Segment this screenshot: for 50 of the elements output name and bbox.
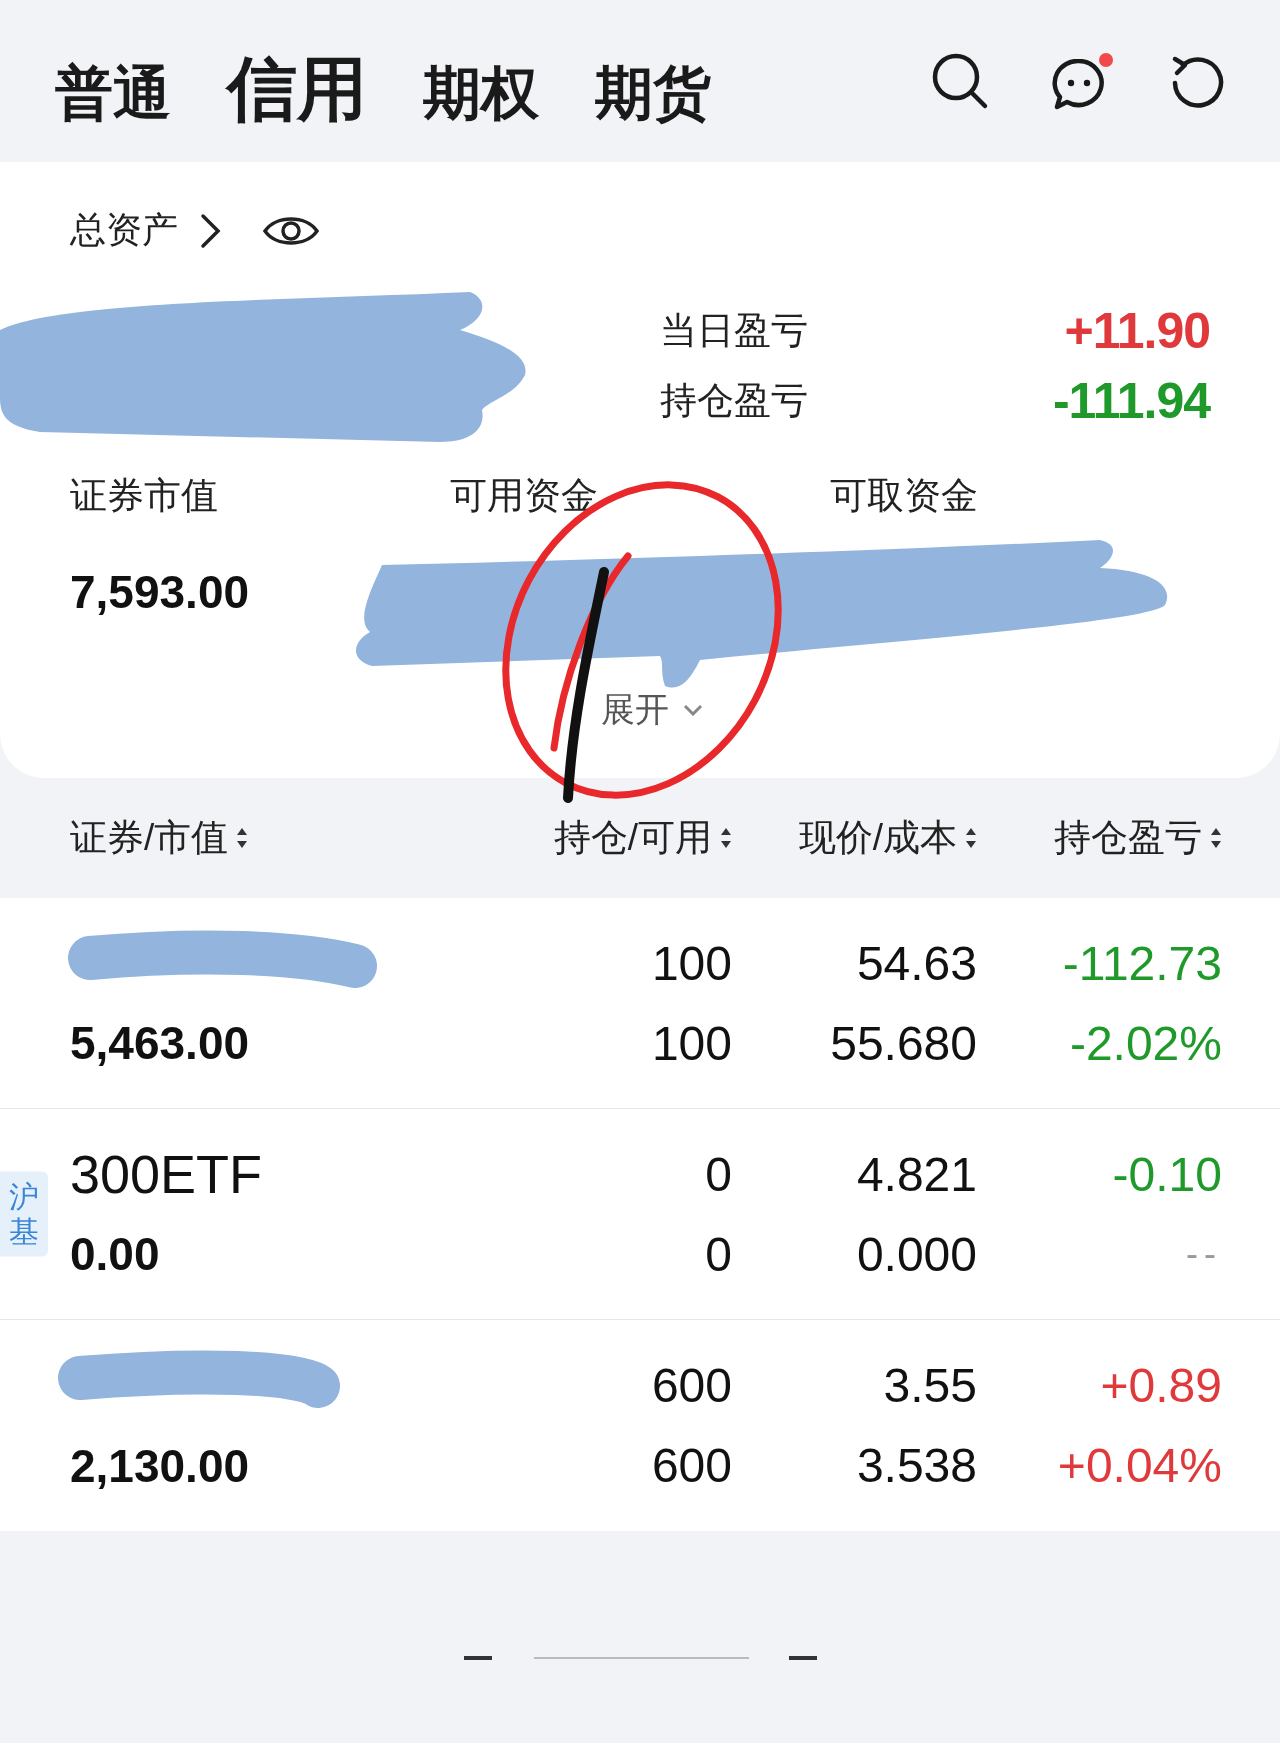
table-cell: 100: [651, 935, 732, 991]
table-cell: 54.63: [856, 935, 977, 991]
balance-value: 7,593.00: [70, 565, 251, 619]
table-cell: --: [1186, 1233, 1222, 1275]
column-header[interactable]: 现价/成本: [798, 813, 957, 863]
holding-row[interactable]: 600 3.55 +0.89 2,130.00 600 3.538 +0.04%: [0, 1320, 1280, 1531]
table-cell: 3.538: [856, 1438, 977, 1493]
security-name: 300ETF: [70, 1143, 263, 1205]
sort-icon: [965, 826, 977, 850]
table-cell: 0: [705, 1146, 732, 1202]
sort-icon: [720, 826, 732, 850]
balance-label: 可取资金: [830, 474, 979, 518]
holding-row[interactable]: 100 54.63 -112.73 5,463.00 100 55.680 -2.02%: [0, 898, 1280, 1109]
table-cell: 0.000: [856, 1226, 977, 1282]
table-cell: 600: [651, 1358, 732, 1413]
sort-icon: [236, 826, 249, 850]
column-header[interactable]: 持仓盈亏: [1054, 813, 1202, 863]
pnl-label: 持仓盈亏: [660, 379, 808, 423]
balance-label: 证券市值: [70, 474, 219, 518]
table-cell: 4.821: [856, 1146, 977, 1202]
expand-button[interactable]: 展开: [601, 687, 703, 733]
table-cell: 600: [651, 1438, 732, 1493]
tab[interactable]: 信用: [227, 54, 367, 124]
pnl-value: -111.94: [1052, 372, 1210, 430]
chevron-down-icon: [683, 704, 703, 716]
table-cell: 2,130.00: [70, 1438, 250, 1493]
tab[interactable]: 普通: [55, 64, 171, 122]
table-cell: 100: [651, 1015, 732, 1071]
search-icon[interactable]: [931, 52, 989, 110]
column-header[interactable]: 证券/市值: [70, 813, 229, 863]
table-cell: +0.04%: [1057, 1438, 1222, 1493]
table-cell: 0.00: [70, 1227, 160, 1281]
holding-row[interactable]: 沪基 300ETF 0 4.821 -0.10 0.00 0 0.000 --: [0, 1109, 1280, 1320]
tab[interactable]: 期权: [423, 64, 539, 122]
column-header[interactable]: 持仓/可用: [553, 813, 712, 863]
table-cell: 55.680: [830, 1015, 977, 1071]
pnl-label: 当日盈亏: [660, 309, 808, 353]
table-cell: -112.73: [1062, 935, 1222, 991]
market-badge: 沪基: [0, 1171, 48, 1257]
message-icon[interactable]: [1051, 59, 1107, 111]
table-cell: 5,463.00: [70, 1016, 250, 1070]
pnl-value: +11.90: [1064, 302, 1210, 360]
table-cell: -2.02%: [1069, 1015, 1222, 1071]
sort-icon: [1210, 826, 1222, 850]
table-cell: 0: [705, 1226, 732, 1282]
chevron-right-icon[interactable]: [200, 212, 222, 249]
table-cell: +0.89: [1100, 1358, 1222, 1413]
table-cell: -0.10: [1112, 1146, 1222, 1202]
total-assets-label[interactable]: 总资产: [70, 206, 178, 255]
table-cell: 3.55: [883, 1358, 977, 1413]
